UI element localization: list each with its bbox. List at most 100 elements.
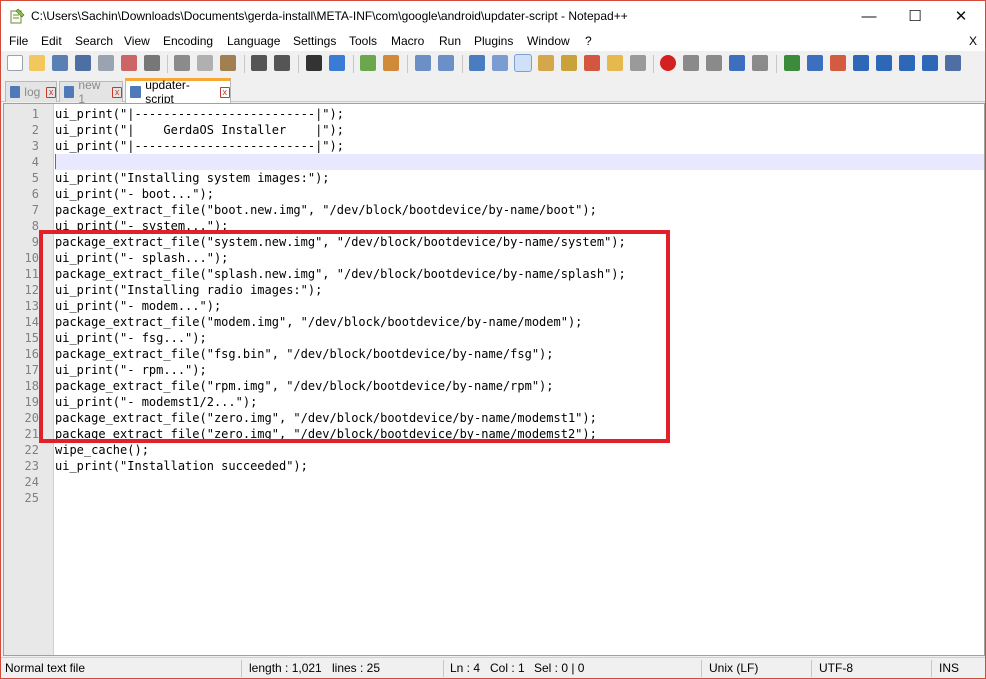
move-down-icon[interactable]: [899, 55, 915, 71]
status-eol: Unix (LF): [709, 661, 759, 675]
status-divider: [241, 660, 242, 677]
menu-macro[interactable]: Macro: [391, 34, 424, 48]
line-number: 15: [24, 331, 39, 345]
cut-icon[interactable]: [174, 55, 190, 71]
menu-search[interactable]: Search: [75, 34, 113, 48]
paste-icon[interactable]: [220, 55, 236, 71]
save-all-icon[interactable]: [75, 55, 91, 71]
current-line-highlight: [55, 154, 984, 170]
plugin-1-icon[interactable]: [784, 55, 800, 71]
tab-log[interactable]: log x: [5, 81, 57, 102]
close-window-button[interactable]: ✕: [938, 1, 984, 31]
menu-file[interactable]: File: [9, 34, 28, 48]
record-macro-icon[interactable]: [660, 55, 676, 71]
plugin-2-icon[interactable]: [807, 55, 823, 71]
plugin-4-icon[interactable]: [853, 55, 869, 71]
tab-label: updater-script: [145, 78, 190, 106]
menu-edit[interactable]: Edit: [41, 34, 62, 48]
copy-icon[interactable]: [197, 55, 213, 71]
line-number: 7: [31, 203, 39, 217]
code-line: ui_print("Installing system images:");: [55, 171, 330, 185]
line-number: 9: [31, 235, 39, 249]
close-icon[interactable]: [98, 55, 114, 71]
status-bar: Normal text file length : 1,021 lines : …: [1, 657, 985, 678]
plugin-3-icon[interactable]: [830, 55, 846, 71]
replace-icon[interactable]: [329, 55, 345, 71]
plugin-5-icon[interactable]: [922, 55, 938, 71]
menu-plugins[interactable]: Plugins: [474, 34, 513, 48]
code-line: wipe_cache();: [55, 443, 149, 457]
tab-new-1[interactable]: new 1 x: [59, 78, 123, 106]
line-number: 17: [24, 363, 39, 377]
function-list-icon[interactable]: [584, 55, 600, 71]
playback-icon[interactable]: [706, 55, 722, 71]
close-document-button[interactable]: X: [969, 34, 977, 48]
zoom-out-icon[interactable]: [383, 55, 399, 71]
line-number: 8: [31, 219, 39, 233]
toolbar-separator: [462, 55, 463, 73]
word-wrap-icon[interactable]: [469, 55, 485, 71]
menu-help[interactable]: ?: [585, 34, 592, 48]
tab-updater-script[interactable]: updater-script x: [125, 78, 231, 106]
tab-close-icon[interactable]: x: [46, 86, 56, 98]
line-number: 18: [24, 379, 39, 393]
show-all-chars-icon[interactable]: [492, 55, 508, 71]
code-line: ui_print("|-------------------------|");: [55, 107, 344, 121]
toolbar-separator: [298, 55, 299, 73]
title-bar: C:\Users\Sachin\Downloads\Documents\gerd…: [1, 1, 985, 31]
save-macro-icon[interactable]: [752, 55, 768, 71]
menu-view[interactable]: View: [124, 34, 150, 48]
move-up-icon[interactable]: [876, 55, 892, 71]
line-number: 4: [31, 155, 39, 169]
print-icon[interactable]: [144, 55, 160, 71]
status-divider: [701, 660, 702, 677]
tab-close-icon[interactable]: x: [219, 86, 230, 98]
sync-horizontal-icon[interactable]: [438, 55, 454, 71]
saved-file-icon: [64, 86, 75, 98]
code-line: package_extract_file("boot.new.img", "/d…: [55, 203, 597, 217]
open-file-icon[interactable]: [29, 55, 45, 71]
sync-vertical-icon[interactable]: [415, 55, 431, 71]
line-number: 1: [31, 107, 39, 121]
redo-icon[interactable]: [274, 55, 290, 71]
status-col: Col : 1: [490, 661, 525, 675]
indent-guide-icon[interactable]: [514, 54, 532, 72]
maximize-button[interactable]: ☐: [892, 1, 938, 31]
line-number: 2: [31, 123, 39, 137]
monitoring-icon[interactable]: [630, 55, 646, 71]
menu-language[interactable]: Language: [227, 34, 280, 48]
menu-run[interactable]: Run: [439, 34, 461, 48]
folder-as-workspace-icon[interactable]: [607, 55, 623, 71]
status-lines: lines : 25: [332, 661, 381, 675]
new-file-icon[interactable]: [7, 55, 23, 71]
minimize-button[interactable]: —: [846, 1, 892, 31]
menu-settings[interactable]: Settings: [293, 34, 336, 48]
window-title: C:\Users\Sachin\Downloads\Documents\gerd…: [31, 9, 628, 23]
code-line: ui_print("|-------------------------|");: [55, 139, 344, 153]
find-icon[interactable]: [306, 55, 322, 71]
line-number: 19: [24, 395, 39, 409]
code-line: ui_print("- boot...");: [55, 187, 214, 201]
status-encoding: UTF-8: [819, 661, 853, 675]
saved-file-icon: [130, 86, 142, 98]
tab-close-icon[interactable]: x: [112, 86, 122, 98]
menu-tools[interactable]: Tools: [349, 34, 377, 48]
notepadpp-window: C:\Users\Sachin\Downloads\Documents\gerd…: [0, 0, 986, 679]
run-macro-multiple-icon[interactable]: [729, 55, 745, 71]
stop-recording-icon[interactable]: [683, 55, 699, 71]
status-file-type: Normal text file: [5, 661, 86, 675]
status-insert-mode: INS: [939, 661, 960, 675]
toolbar-separator: [653, 55, 654, 73]
undo-icon[interactable]: [251, 55, 267, 71]
line-number: 24: [24, 475, 39, 489]
plugin-6-icon[interactable]: [945, 55, 961, 71]
menu-encoding[interactable]: Encoding: [163, 34, 213, 48]
menu-window[interactable]: Window: [527, 34, 570, 48]
document-map-icon[interactable]: [561, 55, 577, 71]
save-icon[interactable]: [52, 55, 68, 71]
close-all-icon[interactable]: [121, 55, 137, 71]
line-number: 25: [24, 491, 39, 505]
status-divider: [443, 660, 444, 677]
user-defined-language-icon[interactable]: [538, 55, 554, 71]
zoom-in-icon[interactable]: [360, 55, 376, 71]
